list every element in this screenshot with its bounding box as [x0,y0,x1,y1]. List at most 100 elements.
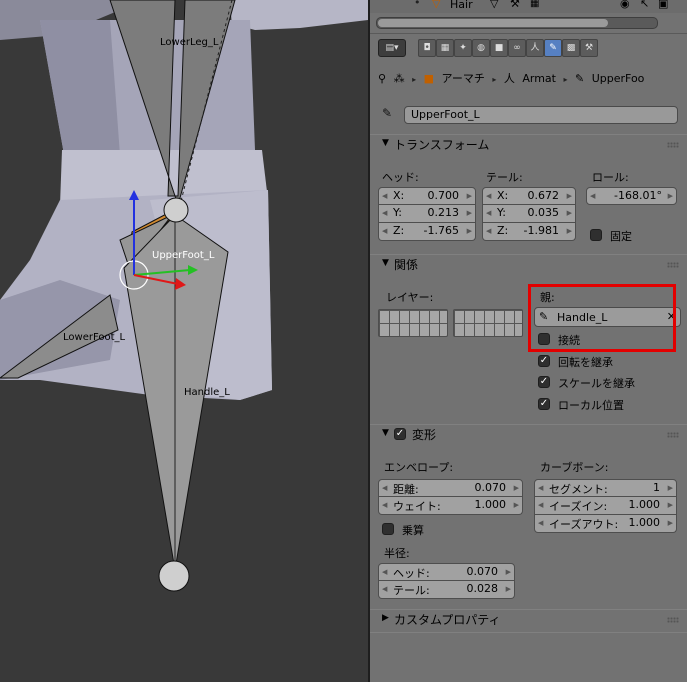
transform-panel-header[interactable]: ▼ トランスフォーム [370,134,687,155]
bone-label-handle: Handle_L [184,387,230,398]
editor-type-dropdown[interactable]: ▤▾ [378,39,406,57]
local-location-checkbox[interactable]: ✓ [538,398,550,410]
roll-field[interactable]: ◀ -168.01° ▶ [586,187,677,205]
head-label: ヘッド: [382,171,419,184]
scene-icon: ⁂ [393,72,405,85]
inherit-rotation-checkbox[interactable]: ✓ [538,355,550,367]
context-tabs: ▤▾ ◘ ▦ ✦ ◍ ■ ∞ 人 ✎ ▩ ⚒ [370,33,687,64]
panel-title: トランスフォーム [394,138,490,152]
render-camera-icon[interactable]: ▣ [658,0,668,10]
bone-icon: ✎ [574,72,585,85]
envelope-weight-field[interactable]: ◀ ウェイト: 1.000 ▶ [378,497,523,515]
multiply-checkbox[interactable] [382,523,394,535]
lock-label: 固定 [610,230,632,243]
panel-title: カスタムプロパティ [394,613,501,627]
drag-grip-icon[interactable] [667,262,679,268]
inherit-rotation-label: 回転を継承 [558,356,613,369]
outliner-row[interactable]: • ▽ Hair ▽ ⚒ ▦ ◉ ↖ ▣ [370,0,687,13]
eye-icon[interactable]: ◉ [620,0,630,10]
radius-tail-field[interactable]: ◀ テール: 0.028 ▶ [378,581,515,599]
roll-label: ロール: [592,171,629,184]
bone-name-field[interactable]: UpperFoot_L [404,106,678,124]
breadcrumb-arrow-icon: ▸ [563,75,568,84]
bone-layers-grid-1[interactable] [378,309,448,337]
pin-icon[interactable]: ⚲ [378,72,386,85]
3d-viewport[interactable]: LowerLeg_L UpperFoot_L LowerFoot_L Handl… [0,0,368,682]
object-icon: ■ [423,72,434,85]
local-location-label: ローカル位置 [558,399,624,412]
drag-grip-icon[interactable] [667,617,679,623]
deform-checkbox[interactable]: ✓ [394,428,406,440]
tail-z-field[interactable]: ◀ Z: -1.981 ▶ [482,223,576,241]
ease-out-field[interactable]: ◀ イーズアウト: 1.000 ▶ [534,515,677,533]
drag-grip-icon[interactable] [667,432,679,438]
bone-label-lowerfoot: LowerFoot_L [63,332,126,343]
inherit-scale-checkbox[interactable]: ✓ [538,376,550,388]
tail-y-field[interactable]: ◀ Y: 0.035 ▶ [482,205,576,223]
deform-panel-header[interactable]: ▼ ✓ 変形 [370,424,687,445]
panel-title: 関係 [394,258,419,272]
breadcrumb: ⚲ ⁂ ▸ ■ アーマチ ▸ 人 Armat ▸ ✎ UpperFoo [378,70,683,88]
armature-icon: 人 [503,72,515,85]
lock-checkbox[interactable] [590,229,602,241]
expand-triangle-icon: ▶ [382,613,389,623]
breadcrumb-object[interactable]: アーマチ [441,72,484,85]
collapse-triangle-icon: ▼ [382,138,389,148]
head-z-field[interactable]: ◀ Z: -1.765 ▶ [378,223,476,241]
collapse-triangle-icon: ▼ [382,428,389,438]
curved-bones-label: カーブボーン: [540,461,609,474]
drag-grip-icon[interactable] [667,142,679,148]
layer-label: レイヤー: [386,291,434,304]
radius-label: 半径: [384,547,410,560]
custom-properties-panel-header[interactable]: ▶ カスタムプロパティ [370,609,687,630]
bone-tail-joint [158,560,190,592]
collapse-triangle-icon: ▼ [382,258,389,268]
breadcrumb-bone[interactable]: UpperFoo [592,72,645,85]
outliner-scrollbar[interactable] [376,17,658,29]
panel-separator [370,632,687,633]
bone-layers-grid-2[interactable] [453,309,523,337]
outliner-item-label[interactable]: Hair [450,0,473,11]
bone-icon: ▽ [490,0,499,10]
bone-tab-icon[interactable]: ✎ [544,39,562,57]
radius-head-field[interactable]: ◀ ヘッド: 0.070 ▶ [378,563,515,581]
head-x-field[interactable]: ◀ X: 0.700 ▶ [378,187,476,205]
breadcrumb-arrow-icon: ▸ [492,75,497,84]
envelope-label: エンベロープ: [384,461,454,474]
scene-tab-icon[interactable]: ✦ [454,39,472,57]
inherit-scale-label: スケールを継承 [558,377,635,390]
tail-label: テール: [486,171,523,184]
mesh-lower-leg-side [40,20,120,160]
render-layers-tab-icon[interactable]: ▦ [436,39,454,57]
constraints-tab-icon[interactable]: ∞ [508,39,526,57]
envelope-distance-field[interactable]: ◀ 距離: 0.070 ▶ [378,479,523,497]
breadcrumb-arrow-icon: ▸ [412,75,417,84]
multiply-label: 乗算 [402,524,424,537]
bone-label-upperfoot: UpperFoot_L [152,250,215,261]
bone-constraints-tab-icon[interactable]: ▩ [562,39,580,57]
textures-tab-icon[interactable]: ⚒ [580,39,598,57]
render-tab-icon[interactable]: ◘ [418,39,436,57]
viewport-scene [0,0,368,592]
armature-data-tab-icon[interactable]: 人 [526,39,544,57]
bone-head-joint [163,197,189,223]
armature-icon: ▽ [432,0,441,10]
outliner-area: • ▽ Hair ▽ ⚒ ▦ ◉ ↖ ▣ [370,0,687,32]
highlight-box [528,284,676,352]
properties-editor: • ▽ Hair ▽ ⚒ ▦ ◉ ↖ ▣ ▤▾ ◘ ▦ ✦ ◍ ■ ∞ 人 ✎ … [370,0,687,682]
grid-icon: ▦ [530,0,540,9]
segments-field[interactable]: ◀ セグメント: 1 ▶ [534,479,677,497]
select-cursor-icon[interactable]: ↖ [640,0,649,10]
world-tab-icon[interactable]: ◍ [472,39,490,57]
expand-icon[interactable]: • [414,0,421,9]
head-y-field[interactable]: ◀ Y: 0.213 ▶ [378,205,476,223]
object-tab-icon[interactable]: ■ [490,39,508,57]
ease-in-field[interactable]: ◀ イーズイン: 1.000 ▶ [534,497,677,515]
panel-title: 変形 [412,428,437,442]
scrollbar-thumb[interactable] [378,19,608,27]
bone-label-lowerleg: LowerLeg_L [160,37,219,48]
relations-panel-header[interactable]: ▼ 関係 [370,254,687,275]
tail-x-field[interactable]: ◀ X: 0.672 ▶ [482,187,576,205]
breadcrumb-armature[interactable]: Armat [522,72,556,85]
wrench-icon: ⚒ [510,0,520,10]
